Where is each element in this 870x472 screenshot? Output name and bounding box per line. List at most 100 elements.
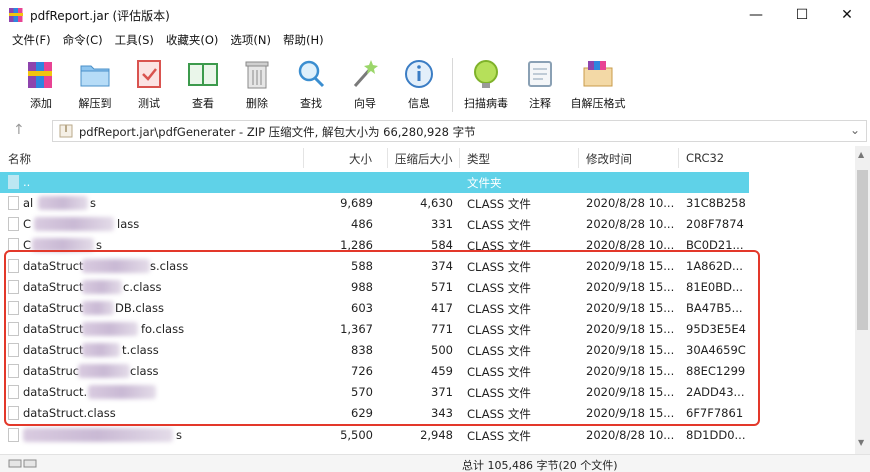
cell-size: 486 — [351, 217, 373, 231]
column-name[interactable]: 名称 — [8, 151, 31, 167]
table-row[interactable]: dataStruct s.class 588 374 CLASS 文件 2020… — [0, 256, 855, 277]
address-row: ↑ pdfReport.jar\pdfGenerater - ZIP 压缩文件,… — [0, 118, 870, 144]
cell-packed: 2,948 — [420, 428, 453, 442]
column-divider[interactable] — [578, 148, 579, 168]
table-row[interactable]: dataStruct t.class 838 500 CLASS 文件 2020… — [0, 340, 855, 361]
cell-crc: 95D3E5E4 — [686, 322, 746, 336]
status-summary: 总计 105,486 字节(20 个文件) — [462, 459, 618, 472]
table-row[interactable]: C s 1,286 584 CLASS 文件 2020/8/28 10... B… — [0, 235, 855, 256]
cell-name-suffix: class — [130, 364, 159, 378]
table-row-parent[interactable]: .. 文件夹 — [0, 172, 749, 193]
table-row[interactable]: dataStruct. 570 371 CLASS 文件 2020/9/18 1… — [0, 382, 855, 403]
cell-name-suffix: s — [96, 238, 102, 252]
column-size[interactable]: 大小 — [349, 151, 372, 167]
table-row[interactable]: s 5,500 2,948 CLASS 文件 2020/8/28 10... 8… — [0, 425, 855, 446]
cell-type: CLASS 文件 — [467, 344, 531, 358]
scroll-up-icon[interactable]: ▲ — [858, 150, 864, 159]
add-button[interactable]: 添加 — [14, 50, 68, 118]
cell-packed: 584 — [431, 238, 453, 252]
menu-file[interactable]: 文件(F) — [6, 30, 57, 50]
virus-scan-button[interactable]: 扫描病毒 — [459, 50, 513, 118]
close-button[interactable]: ✕ — [824, 0, 870, 30]
redacted-name — [34, 217, 114, 231]
cell-type: CLASS 文件 — [467, 239, 531, 253]
column-crc[interactable]: CRC32 — [686, 151, 724, 165]
cell-type: CLASS 文件 — [467, 386, 531, 400]
file-icon — [8, 238, 19, 252]
title-bar: pdfReport.jar (评估版本) — ☐ ✕ — [0, 0, 870, 30]
cell-packed: 771 — [431, 322, 453, 336]
table-row[interactable]: dataStruct.class 629 343 CLASS 文件 2020/9… — [0, 403, 855, 424]
scroll-down-icon[interactable]: ▼ — [858, 438, 864, 447]
file-icon — [8, 428, 19, 442]
cell-size: 726 — [351, 364, 373, 378]
table-row[interactable]: dataStruct fo.class 1,367 771 CLASS 文件 2… — [0, 319, 855, 340]
view-button[interactable]: 查看 — [176, 50, 230, 118]
drive-icon — [8, 459, 37, 468]
column-divider[interactable] — [387, 148, 388, 168]
cell-name-prefix: dataStruc — [23, 364, 80, 378]
table-row[interactable]: dataStruct DB.class 603 417 CLASS 文件 202… — [0, 298, 855, 319]
cell-type: CLASS 文件 — [467, 407, 531, 421]
menu-help[interactable]: 帮助(H) — [277, 30, 330, 50]
table-row[interactable]: dataStruct c.class 988 571 CLASS 文件 2020… — [0, 277, 855, 298]
table-row[interactable]: C lass 486 331 CLASS 文件 2020/8/28 10... … — [0, 214, 855, 235]
wizard-icon — [353, 60, 378, 87]
delete-button[interactable]: 删除 — [230, 50, 284, 118]
column-packed[interactable]: 压缩后大小 — [395, 151, 453, 167]
column-divider[interactable] — [678, 148, 679, 168]
scrollbar-thumb[interactable] — [857, 170, 868, 330]
table-row[interactable]: al s 9,689 4,630 CLASS 文件 2020/8/28 10..… — [0, 193, 855, 214]
cell-modified: 2020/9/18 15... — [586, 364, 675, 378]
menu-options[interactable]: 选项(N) — [224, 30, 277, 50]
cell-name-suffix: DB.class — [115, 301, 164, 315]
test-icon — [137, 60, 161, 88]
cell-name-suffix: c.class — [123, 280, 162, 294]
cell-crc: 81E0BD... — [686, 280, 743, 294]
test-button[interactable]: 测试 — [122, 50, 176, 118]
cell-packed: 343 — [431, 406, 453, 420]
menu-commands[interactable]: 命令(C) — [57, 30, 109, 50]
cell-modified: 2020/9/18 15... — [586, 259, 675, 273]
column-type[interactable]: 类型 — [467, 151, 490, 167]
cell-modified: 2020/9/18 15... — [586, 343, 675, 357]
vertical-scrollbar[interactable]: ▲ ▼ — [855, 146, 870, 454]
find-button[interactable]: 查找 — [284, 50, 338, 118]
menu-tools[interactable]: 工具(S) — [109, 30, 160, 50]
cell-crc: 8D1DD0... — [686, 428, 746, 442]
cell-type: CLASS 文件 — [467, 323, 531, 337]
cell-modified: 2020/9/18 15... — [586, 385, 675, 399]
comment-button[interactable]: 注释 — [513, 50, 567, 118]
cell-name-suffix: s.class — [150, 259, 189, 273]
address-bar[interactable]: pdfReport.jar\pdfGenerater - ZIP 压缩文件, 解… — [52, 120, 867, 142]
extract-to-button[interactable]: 解压到 — [68, 50, 122, 118]
cell-packed: 571 — [431, 280, 453, 294]
column-modified[interactable]: 修改时间 — [586, 151, 632, 167]
view-icon — [188, 63, 218, 86]
file-icon — [8, 301, 19, 315]
cell-size: 1,367 — [340, 322, 373, 336]
table-row[interactable]: dataStruc class 726 459 CLASS 文件 2020/9/… — [0, 361, 855, 382]
file-icon — [8, 406, 19, 420]
list-header: 名称 大小 压缩后大小 类型 修改时间 CRC32 — [0, 146, 855, 170]
sfx-button[interactable]: 自解压格式 — [567, 50, 629, 118]
up-arrow-icon[interactable]: ↑ — [13, 122, 25, 138]
cell-name-prefix: dataStruct.class — [23, 406, 116, 420]
cell-name-prefix: C — [23, 217, 32, 231]
cell-type: 文件夹 — [467, 176, 502, 190]
column-divider[interactable] — [459, 148, 460, 168]
minimize-button[interactable]: — — [733, 0, 779, 30]
zip-archive-icon — [59, 124, 73, 138]
cell-type: CLASS 文件 — [467, 302, 531, 316]
cell-size: 1,286 — [340, 238, 373, 252]
cell-packed: 459 — [431, 364, 453, 378]
menu-favorites[interactable]: 收藏夹(O) — [160, 30, 225, 50]
chevron-down-icon[interactable]: ⌄ — [850, 123, 860, 137]
file-icon — [8, 280, 19, 294]
wizard-button[interactable]: 向导 — [338, 50, 392, 118]
maximize-button[interactable]: ☐ — [779, 0, 825, 30]
folder-icon — [8, 175, 19, 189]
column-divider[interactable] — [303, 148, 304, 168]
cell-type: CLASS 文件 — [467, 281, 531, 295]
info-button[interactable]: 信息 — [392, 50, 446, 118]
